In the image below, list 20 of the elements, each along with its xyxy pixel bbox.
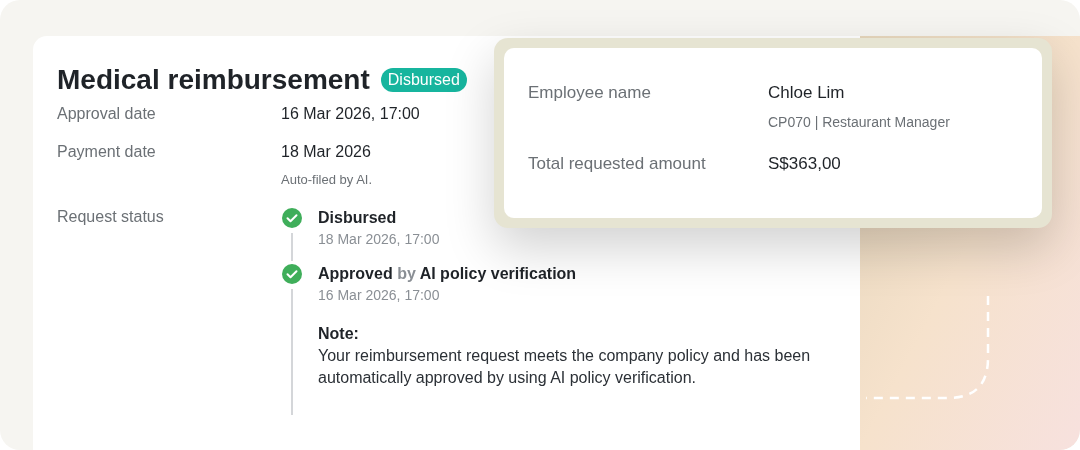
step-time: 16 Mar 2026, 17:00 bbox=[318, 285, 441, 305]
note-label: Note: bbox=[318, 323, 360, 344]
field-value: 18 Mar 2026 bbox=[281, 142, 372, 162]
note-text: Your reimbursement request meets the company policy and has been automatically approved by using AI policy verification. bbox=[318, 345, 812, 388]
field-label: Request status bbox=[57, 206, 165, 227]
field-note: Auto-filed by AI. bbox=[281, 171, 373, 189]
step-title: Disbursed bbox=[318, 207, 398, 228]
page-title: Medical reimbursement bbox=[57, 63, 370, 97]
field-value: S$363,00 bbox=[768, 153, 841, 175]
field-value: 16 Mar 2026, 17:00 bbox=[281, 104, 420, 124]
step-time: 18 Mar 2026, 17:00 bbox=[318, 229, 440, 249]
step-title: Approved by AI policy verification bbox=[318, 263, 578, 284]
field-label: Payment date bbox=[57, 142, 157, 162]
status-badge: Disbursed bbox=[380, 68, 467, 92]
field-label: Total requested amount bbox=[528, 153, 707, 175]
employee-detail: CP070 | Restaurant Manager bbox=[768, 113, 950, 132]
timeline-line bbox=[291, 232, 293, 261]
field-value: Chloe Lim bbox=[768, 82, 846, 104]
field-label: Approval date bbox=[57, 104, 157, 124]
field-label: Employee name bbox=[528, 82, 652, 104]
